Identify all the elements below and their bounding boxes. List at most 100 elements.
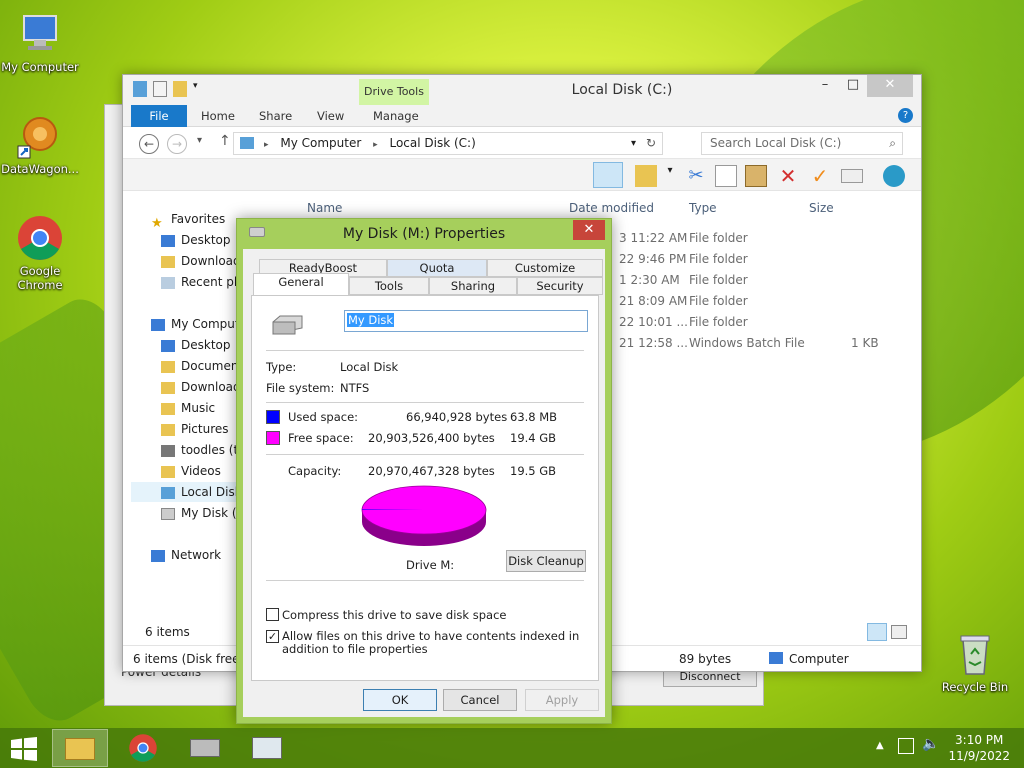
back-icon[interactable]: ← bbox=[139, 134, 159, 154]
recycle-bin-icon bbox=[951, 630, 999, 678]
start-button-windows-icon[interactable] bbox=[10, 737, 38, 764]
nav-pc-downloads[interactable]: Downloads bbox=[161, 377, 247, 397]
performance-monitor-icon bbox=[252, 737, 282, 759]
tab-sharing[interactable]: Sharing bbox=[429, 277, 517, 295]
ok-button[interactable]: OK bbox=[363, 689, 437, 711]
compress-checkbox[interactable] bbox=[266, 608, 279, 621]
desktop-icon-datawagon[interactable]: DataWagon... bbox=[0, 112, 80, 176]
preview-pane-icon[interactable] bbox=[593, 162, 623, 188]
divider bbox=[266, 402, 584, 403]
tab-file[interactable]: File bbox=[131, 105, 187, 127]
taskbar-monitor-app[interactable] bbox=[240, 729, 296, 767]
tab-security[interactable]: Security bbox=[517, 277, 603, 295]
music-icon bbox=[161, 402, 175, 415]
rename-check-icon[interactable]: ✓ bbox=[809, 165, 831, 187]
desktop-icon-label: DataWagon... bbox=[1, 162, 79, 176]
dialog-title: My Disk (M:) Properties bbox=[342, 226, 506, 242]
forward-icon[interactable]: → bbox=[167, 134, 187, 154]
show-hidden-icons-icon[interactable]: ▲ bbox=[876, 740, 884, 751]
nav-pc-music[interactable]: Music bbox=[161, 398, 215, 418]
file-system-value: NTFS bbox=[340, 381, 370, 395]
tab-home[interactable]: Home bbox=[193, 105, 243, 127]
removable-disk-icon bbox=[161, 507, 175, 520]
desktop-icon-google-chrome[interactable]: Google Chrome bbox=[0, 214, 80, 292]
cut-icon[interactable]: ✂ bbox=[685, 165, 707, 187]
desktop-icon-my-computer[interactable]: My Computer bbox=[0, 10, 80, 74]
tab-tools[interactable]: Tools bbox=[349, 277, 429, 295]
drive-name-input[interactable]: My Disk bbox=[344, 310, 588, 332]
rename-icon[interactable] bbox=[841, 169, 863, 183]
minimize-button[interactable]: – bbox=[811, 75, 839, 97]
nav-fav-desktop[interactable]: Desktop bbox=[161, 230, 231, 250]
column-name[interactable]: Name bbox=[307, 201, 342, 215]
used-space-human: 63.8 MB bbox=[510, 410, 558, 424]
address-dropdown-icon[interactable]: ▾ bbox=[631, 133, 636, 154]
drive-icon bbox=[190, 739, 220, 757]
nav-pc-desktop[interactable]: Desktop bbox=[161, 335, 231, 355]
copy-icon[interactable] bbox=[715, 165, 737, 187]
network-tray-icon[interactable] bbox=[898, 738, 914, 754]
nav-fav-downloads[interactable]: Downloads bbox=[161, 251, 247, 271]
explorer-titlebar: ▾ Drive Tools Local Disk (C:) – □ ✕ bbox=[123, 75, 921, 105]
details-view-icon[interactable] bbox=[867, 623, 887, 641]
taskbar-drive-app[interactable] bbox=[178, 729, 234, 767]
taskbar-chrome[interactable] bbox=[116, 729, 172, 767]
close-button[interactable]: ✕ bbox=[867, 75, 913, 97]
address-bar[interactable]: ▸ My Computer ▸ Local Disk (C:) ▾ ↻ bbox=[233, 132, 663, 155]
nav-favorites[interactable]: ★ Favorites bbox=[151, 209, 225, 231]
cancel-button[interactable]: Cancel bbox=[443, 689, 517, 711]
system-clock[interactable]: 3:10 PM 11/9/2022 bbox=[948, 732, 1010, 764]
tab-general[interactable]: General bbox=[253, 273, 349, 295]
taskbar-file-explorer[interactable] bbox=[52, 729, 108, 767]
clock-date: 11/9/2022 bbox=[948, 749, 1010, 763]
free-space-bytes: 20,903,526,400 bytes bbox=[368, 431, 495, 445]
paste-icon[interactable] bbox=[745, 165, 767, 187]
tab-share[interactable]: Share bbox=[251, 105, 300, 127]
column-size[interactable]: Size bbox=[809, 201, 834, 215]
row-type: File folder bbox=[689, 252, 748, 266]
nav-network[interactable]: Network bbox=[151, 545, 221, 565]
nav-label: Music bbox=[181, 401, 216, 415]
nav-pc-videos[interactable]: Videos bbox=[161, 461, 221, 481]
search-input[interactable]: Search Local Disk (C:) ⌕ bbox=[701, 132, 903, 155]
computer-icon bbox=[16, 10, 64, 58]
network-drive-icon bbox=[161, 444, 175, 457]
desktop-icon-recycle-bin[interactable]: Recycle Bin bbox=[935, 630, 1015, 694]
tab-view[interactable]: View bbox=[309, 105, 352, 127]
breadcrumb-local-disk[interactable]: Local Disk (C:) bbox=[389, 136, 475, 150]
computer-small-icon bbox=[240, 137, 254, 149]
item-count: 6 items bbox=[145, 625, 190, 639]
tab-quota[interactable]: Quota bbox=[387, 259, 487, 277]
nav-label: Desktop bbox=[181, 233, 231, 247]
row-date: 3 11:22 AM bbox=[619, 231, 688, 245]
network-icon bbox=[151, 549, 165, 562]
tab-manage[interactable]: Manage bbox=[365, 105, 427, 127]
tab-customize[interactable]: Customize bbox=[487, 259, 603, 277]
desktop-icon bbox=[161, 339, 175, 352]
column-date-modified[interactable]: Date modified bbox=[569, 201, 654, 215]
nav-pc-pictures[interactable]: Pictures bbox=[161, 419, 229, 439]
folder-check-icon[interactable] bbox=[635, 165, 657, 187]
recent-chevron-icon[interactable]: ▾ bbox=[197, 135, 202, 146]
globe-icon[interactable] bbox=[883, 165, 905, 187]
free-space-swatch bbox=[266, 431, 280, 445]
apply-button[interactable]: Apply bbox=[525, 689, 599, 711]
delete-icon[interactable]: ✕ bbox=[777, 165, 799, 187]
capacity-label: Capacity: bbox=[288, 464, 342, 478]
help-icon[interactable]: ? bbox=[898, 108, 913, 123]
maximize-button[interactable]: □ bbox=[839, 75, 867, 97]
chevron-down-icon[interactable]: ▾ bbox=[659, 165, 681, 187]
refresh-icon[interactable]: ↻ bbox=[646, 133, 656, 154]
nav-pc-local-disk[interactable]: Local Disk bbox=[131, 482, 242, 502]
nav-pc-my-disk[interactable]: My Disk (M bbox=[161, 503, 247, 523]
column-type[interactable]: Type bbox=[689, 201, 717, 215]
nav-pc-toodles[interactable]: toodles (to bbox=[161, 440, 246, 460]
breadcrumb-my-computer[interactable]: My Computer bbox=[280, 136, 361, 150]
large-icons-view-icon[interactable] bbox=[891, 625, 907, 639]
volume-icon[interactable]: 🔈 bbox=[922, 736, 939, 752]
index-checkbox[interactable]: ✓ bbox=[266, 630, 279, 643]
up-icon[interactable]: ↑ bbox=[219, 133, 231, 149]
disk-cleanup-button[interactable]: Disk Cleanup bbox=[506, 550, 586, 572]
dialog-close-button[interactable]: ✕ bbox=[573, 220, 605, 240]
row-type: File folder bbox=[689, 273, 748, 287]
